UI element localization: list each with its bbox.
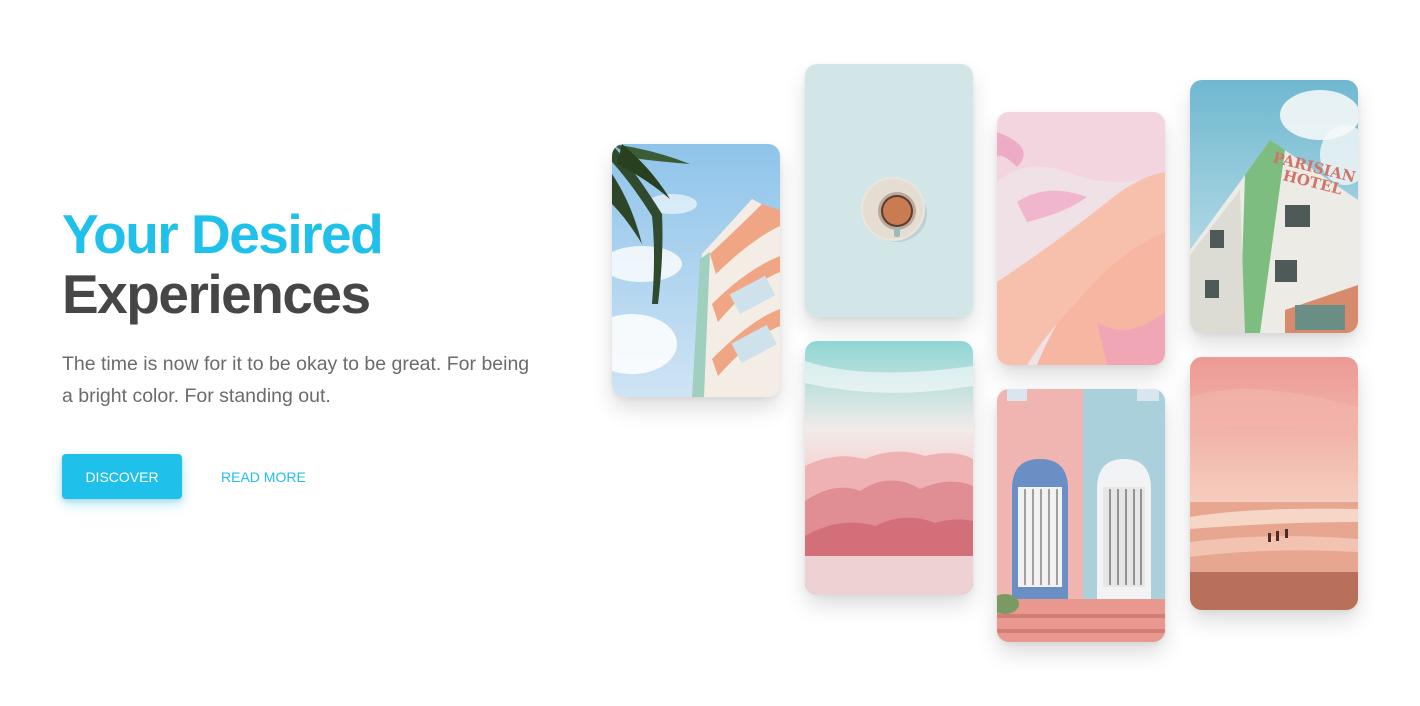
colorful-doors-photo[interactable] xyxy=(997,389,1165,642)
art-deco-building-photo[interactable] xyxy=(612,144,780,397)
hero-title-accent: Your Desired xyxy=(62,203,384,265)
pink-mountains-photo[interactable] xyxy=(805,341,973,594)
hero-text-block: Your Desired Experiences The time is now… xyxy=(62,204,532,499)
hero-actions: DISCOVER READ MORE xyxy=(62,454,532,499)
discover-button[interactable]: DISCOVER xyxy=(62,454,182,499)
hero-title-main: Experiences xyxy=(62,263,371,325)
read-more-link[interactable]: READ MORE xyxy=(221,469,306,485)
pink-beach-photo[interactable] xyxy=(1190,357,1358,610)
hero-section: Your Desired Experiences The time is now… xyxy=(0,0,1420,706)
hero-title: Your Desired Experiences xyxy=(62,204,532,324)
hero-subtitle: The time is now for it to be okay to be … xyxy=(62,353,530,407)
coffee-cup-photo[interactable] xyxy=(805,64,973,317)
parisian-hotel-photo[interactable]: PARISIAN HOTEL xyxy=(1190,80,1358,333)
pink-marble-photo[interactable] xyxy=(997,112,1165,365)
